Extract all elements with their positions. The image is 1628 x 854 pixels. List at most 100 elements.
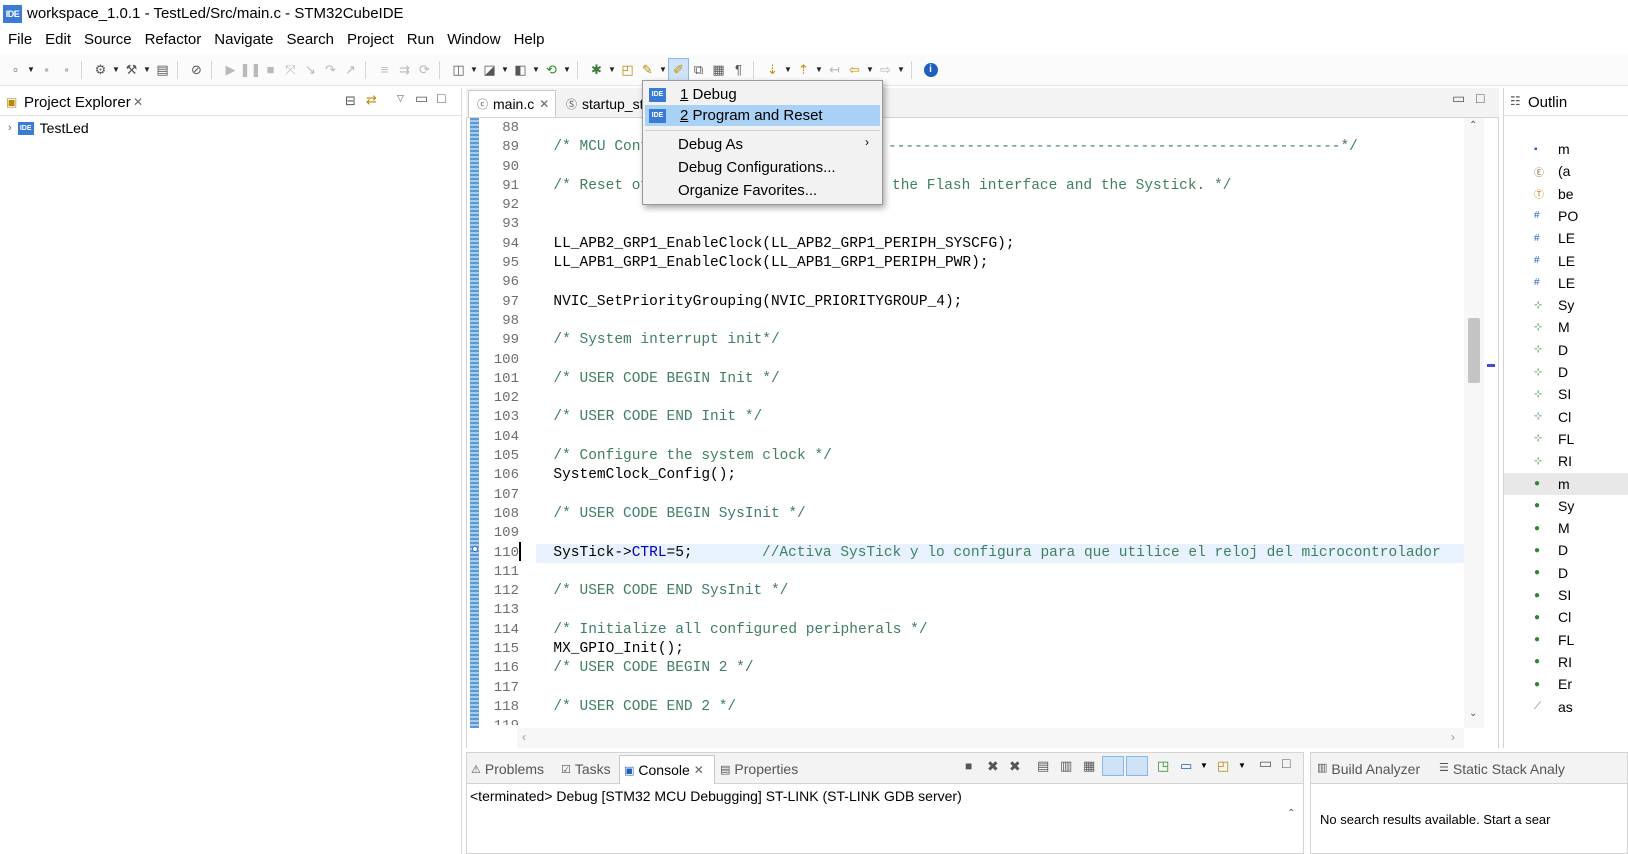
- back-icon[interactable]: ⇦: [845, 59, 864, 81]
- show-whitespace-icon[interactable]: ¶: [729, 59, 748, 81]
- build-config-arrow[interactable]: ▼: [111, 59, 121, 81]
- instruction-step-icon[interactable]: ≡: [375, 59, 394, 81]
- maximize-icon[interactable]: □: [1282, 755, 1290, 771]
- menu-navigate[interactable]: Navigate: [208, 28, 280, 52]
- tab-console[interactable]: ▣ Console ✕: [619, 755, 715, 784]
- open-type-icon[interactable]: ◰: [618, 59, 637, 81]
- close-icon[interactable]: ✕: [539, 97, 549, 111]
- tab-tasks[interactable]: ☑ Tasks: [561, 761, 611, 777]
- menu-source[interactable]: Source: [78, 28, 139, 52]
- open-console-icon[interactable]: ◰: [1217, 758, 1229, 774]
- tab-properties[interactable]: ▤ Properties: [720, 761, 798, 777]
- show-on-error-icon[interactable]: [1126, 756, 1148, 776]
- last-edit-icon[interactable]: ↤: [825, 59, 844, 81]
- outline-item[interactable]: # LE: [1504, 272, 1628, 294]
- refresh-icon[interactable]: ⟲: [542, 59, 561, 81]
- chevron-up-icon[interactable]: ⌃: [1469, 120, 1477, 131]
- horizontal-scrollbar[interactable]: ‹ ›: [517, 728, 1464, 748]
- outline-item[interactable]: Ⓣbe: [1504, 183, 1628, 205]
- outline-item[interactable]: ⊹ Cl: [1504, 406, 1628, 428]
- outline-item[interactable]: ⊹ D: [1504, 361, 1628, 383]
- step-return-icon[interactable]: ↗: [341, 59, 360, 81]
- close-icon[interactable]: ✕: [133, 95, 143, 109]
- chevron-down-icon[interactable]: ⌄: [1469, 708, 1477, 719]
- outline-item[interactable]: ⊹ D: [1504, 339, 1628, 361]
- search-tool-icon[interactable]: ✎: [638, 59, 657, 81]
- close-icon[interactable]: ✕: [694, 763, 704, 777]
- save-icon[interactable]: ▪: [37, 59, 56, 81]
- outline-item[interactable]: ⊹ SI: [1504, 383, 1628, 405]
- suspend-icon[interactable]: ❚❚: [240, 59, 262, 81]
- prev-annotation-arrow[interactable]: ▼: [814, 59, 824, 81]
- overview-marker[interactable]: [1487, 364, 1495, 367]
- prev-annotation-icon[interactable]: ⇡: [794, 59, 813, 81]
- debug-bug-icon[interactable]: ✱: [587, 59, 606, 81]
- maximize-icon[interactable]: □: [1476, 90, 1484, 106]
- skip-breakpoints-icon[interactable]: ⊘: [187, 59, 206, 81]
- outline-item[interactable]: ⊹ FL: [1504, 428, 1628, 450]
- outline-item[interactable]: ● FL: [1504, 629, 1628, 651]
- menu-item-program-and-reset[interactable]: IDE 2 Program and Reset: [645, 105, 880, 126]
- new-project-icon[interactable]: ◫: [449, 59, 468, 81]
- outline-item[interactable]: ● M: [1504, 517, 1628, 539]
- tree-item-testled[interactable]: › IDE TestLed: [8, 120, 89, 136]
- debug-dropdown-arrow[interactable]: ▼: [607, 59, 617, 81]
- info-icon[interactable]: i: [921, 59, 940, 81]
- chevron-up-icon[interactable]: ⌃: [1287, 808, 1295, 819]
- menu-run[interactable]: Run: [401, 28, 442, 52]
- menu-project[interactable]: Project: [341, 28, 401, 52]
- menu-refactor[interactable]: Refactor: [139, 28, 209, 52]
- code-editor[interactable]: 88 89 90 91 92 93 94 95 96 97 98 99 100 …: [466, 118, 1499, 748]
- remove-all-icon[interactable]: ✖: [1009, 758, 1021, 775]
- vertical-scrollbar[interactable]: ⌃ ⌄: [1464, 118, 1484, 728]
- menu-file[interactable]: File: [2, 28, 39, 52]
- minimize-icon[interactable]: ▭: [415, 90, 428, 107]
- scrollbar-thumb[interactable]: [1468, 318, 1480, 383]
- chevron-right-icon[interactable]: ›: [1451, 730, 1455, 744]
- outline-item[interactable]: ▪ m: [1504, 138, 1628, 160]
- tab-static-stack[interactable]: ☰ Static Stack Analy: [1439, 761, 1565, 777]
- hammer-icon[interactable]: ⚒: [122, 59, 141, 81]
- chevron-right-icon[interactable]: ›: [8, 122, 12, 134]
- forward-icon[interactable]: ⇨: [876, 59, 895, 81]
- tab-startup-file[interactable]: Ⓢ startup_st: [558, 90, 642, 117]
- outline-item[interactable]: ⟋ as: [1504, 696, 1628, 718]
- save-all-icon[interactable]: ▪: [57, 59, 76, 81]
- view-menu-icon[interactable]: ▽: [397, 93, 404, 104]
- menu-search[interactable]: Search: [280, 28, 341, 52]
- drop-frame-icon[interactable]: ⇉: [395, 59, 414, 81]
- outline-item[interactable]: ⊹ M: [1504, 316, 1628, 338]
- pin-console-icon[interactable]: ◳: [1157, 758, 1169, 774]
- new-project-arrow[interactable]: ▼: [469, 59, 479, 81]
- search-tool-arrow[interactable]: ▼: [658, 59, 668, 81]
- minimize-icon[interactable]: ▭: [1452, 90, 1465, 107]
- maximize-icon[interactable]: □: [437, 90, 445, 106]
- forward-arrow[interactable]: ▼: [896, 59, 906, 81]
- outline-item[interactable]: ⊹ RI: [1504, 450, 1628, 472]
- new-folder-icon[interactable]: ◪: [480, 59, 499, 81]
- menu-item-debug[interactable]: IDE 1 Debug: [645, 84, 880, 105]
- word-wrap-icon[interactable]: ▦: [1083, 758, 1095, 774]
- minimize-icon[interactable]: ▭: [1259, 755, 1272, 772]
- outline-item[interactable]: ● D: [1504, 562, 1628, 584]
- menu-edit[interactable]: Edit: [39, 28, 78, 52]
- menu-item-debug-as[interactable]: Debug As ›: [645, 134, 880, 155]
- outline-item[interactable]: # LE: [1504, 227, 1628, 249]
- outline-item[interactable]: # PO: [1504, 205, 1628, 227]
- display-console-arrow[interactable]: ▼: [1200, 761, 1208, 770]
- show-on-output-icon[interactable]: [1102, 756, 1124, 776]
- open-console-arrow[interactable]: ▼: [1238, 761, 1246, 770]
- display-console-icon[interactable]: ▭: [1180, 758, 1192, 774]
- new-file-arrow[interactable]: ▼: [531, 59, 541, 81]
- menu-help[interactable]: Help: [508, 28, 552, 52]
- block-select-icon[interactable]: ▦: [709, 59, 728, 81]
- tab-build-analyzer[interactable]: ▥ Build Analyzer: [1317, 761, 1420, 777]
- tab-main-c[interactable]: ⓒ main.c ✕: [468, 90, 556, 117]
- menu-window[interactable]: Window: [441, 28, 507, 52]
- outline-item[interactable]: Ⓔ (a: [1504, 160, 1628, 182]
- build-config-icon[interactable]: ⚙: [91, 59, 110, 81]
- link-editor-icon[interactable]: ⇄: [366, 92, 377, 108]
- step-over-icon[interactable]: ↷: [321, 59, 340, 81]
- breakpoint-marker-icon[interactable]: [472, 546, 478, 552]
- new-folder-arrow[interactable]: ▼: [500, 59, 510, 81]
